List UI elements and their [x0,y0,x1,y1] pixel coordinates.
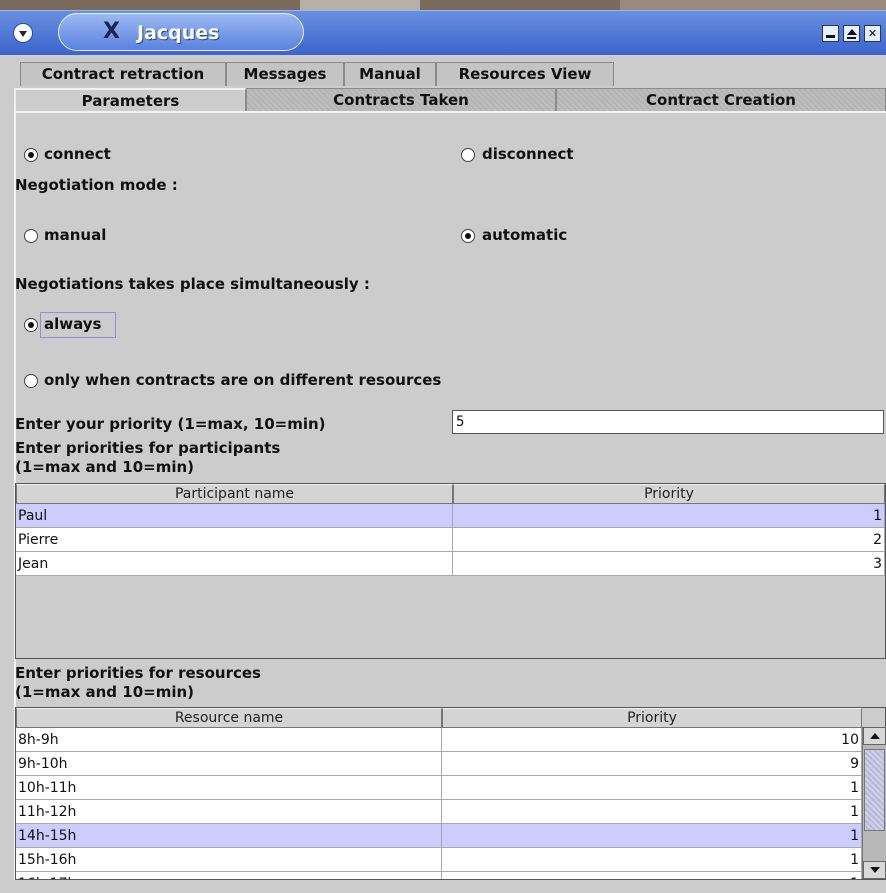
window-title: Jacques [137,22,220,44]
window-bottom-edge [14,880,886,893]
title-pill[interactable]: X Jacques [58,13,304,51]
resource-name-cell[interactable]: 15h-16h [16,848,442,872]
participant-priority-cell[interactable]: 1 [453,504,885,528]
automatic-radio[interactable] [461,229,475,243]
only-different-resources-label: only when contracts are on different res… [44,371,442,389]
resource-name-cell[interactable]: 16h-17h [16,872,442,879]
always-radio[interactable] [24,318,38,332]
resource-name-cell[interactable]: 11h-12h [16,800,442,824]
manual-radio[interactable] [24,229,38,243]
connect-radio[interactable] [24,148,38,162]
manual-label: manual [44,226,107,244]
participants-table[interactable]: Participant name Priority Paul 1 Pierre … [15,483,886,659]
resource-priority-cell[interactable]: 1 [442,824,862,848]
priority-label: Enter your priority (1=max, 10=min) [15,415,326,433]
resources-scrollbar[interactable] [862,727,886,879]
resource-name-header[interactable]: Resource name [16,708,442,728]
resource-name-cell[interactable]: 14h-15h [16,824,442,848]
close-button[interactable] [864,25,881,42]
table-row[interactable]: 16h-17h 1 [16,872,862,879]
table-row[interactable]: 9h-10h 9 [16,752,862,776]
participants-subheading: (1=max and 10=min) [15,458,195,476]
window-menu-button[interactable] [13,23,33,43]
resource-name-cell[interactable]: 10h-11h [16,776,442,800]
tab-manual[interactable]: Manual [344,62,436,86]
participant-name-cell[interactable]: Paul [16,504,453,528]
table-row[interactable]: 8h-9h 10 [16,728,862,752]
participant-priority-cell[interactable]: 3 [453,552,885,576]
participant-name-cell[interactable]: Jean [16,552,453,576]
table-row[interactable]: 11h-12h 1 [16,800,862,824]
resource-name-cell[interactable]: 9h-10h [16,752,442,776]
disconnect-radio[interactable] [461,148,475,162]
connect-label: connect [44,145,111,163]
automatic-label: automatic [482,226,568,244]
resource-priority-cell[interactable]: 1 [442,776,862,800]
x-logo-icon: X [103,19,120,44]
window-titlebar[interactable]: X Jacques [0,10,886,55]
resource-priority-header[interactable]: Priority [442,708,862,728]
resource-priority-cell[interactable]: 1 [442,872,862,879]
maximize-button[interactable] [843,25,860,42]
scroll-up-icon[interactable] [863,727,886,745]
priority-input[interactable]: 5 [452,410,884,434]
tab-contract-retraction[interactable]: Contract retraction [20,62,226,86]
minimize-button[interactable] [822,25,839,42]
only-different-resources-radio[interactable] [24,374,38,388]
tab-contracts-taken[interactable]: Contracts Taken [246,88,556,112]
always-label: always [44,315,102,333]
tab-parameters[interactable]: Parameters [14,88,246,112]
participant-priority-cell[interactable]: 2 [453,528,885,552]
table-row[interactable]: Jean 3 [16,552,885,576]
table-row[interactable]: Pierre 2 [16,528,885,552]
table-row[interactable]: Paul 1 [16,504,885,528]
resources-subheading: (1=max and 10=min) [15,683,195,701]
resource-priority-cell[interactable]: 1 [442,848,862,872]
participants-heading: Enter priorities for participants [15,439,281,457]
scroll-down-icon[interactable] [863,861,886,879]
tab-contract-creation[interactable]: Contract Creation [556,88,886,112]
tab-resources-view[interactable]: Resources View [436,62,614,86]
resource-priority-cell[interactable]: 1 [442,800,862,824]
resource-priority-cell[interactable]: 10 [442,728,862,752]
table-row[interactable]: 14h-15h 1 [16,824,862,848]
participant-name-header[interactable]: Participant name [16,484,453,504]
tab-messages[interactable]: Messages [226,62,344,86]
participant-priority-header[interactable]: Priority [453,484,885,504]
negotiation-mode-heading: Negotiation mode : [15,176,178,194]
tab-panel-border [14,111,886,113]
simultaneous-heading: Negotiations takes place simultaneously … [15,275,370,293]
resources-heading: Enter priorities for resources [15,664,261,682]
disconnect-label: disconnect [482,145,574,163]
resource-name-cell[interactable]: 8h-9h [16,728,442,752]
resource-priority-cell[interactable]: 9 [442,752,862,776]
scroll-thumb[interactable] [864,749,885,831]
table-row[interactable]: 15h-16h 1 [16,848,862,872]
resources-table[interactable]: Resource name Priority 8h-9h 10 9h-10h 9… [15,707,886,880]
participant-name-cell[interactable]: Pierre [16,528,453,552]
table-row[interactable]: 10h-11h 1 [16,776,862,800]
